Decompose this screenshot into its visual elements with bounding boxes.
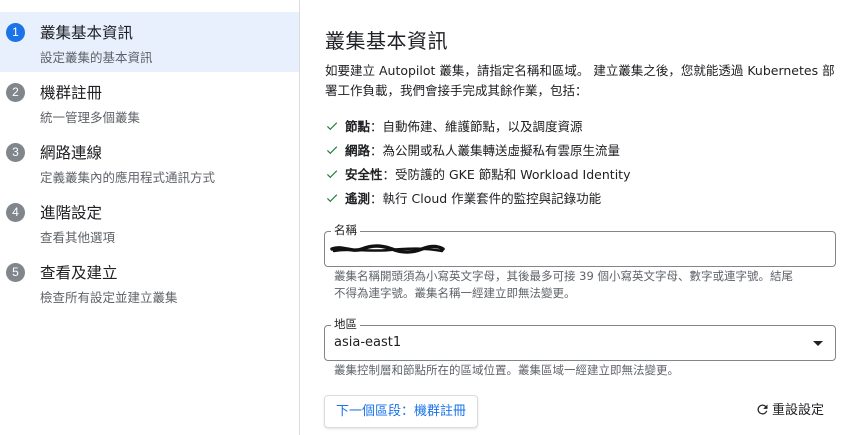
feature-text: ：執行 Cloud 作業套件的監控與記錄功能	[370, 191, 602, 206]
refresh-icon	[757, 404, 768, 415]
step-number: 4	[6, 203, 25, 222]
feature-text: ：自動佈建、維護節點，以及調度資源	[370, 119, 583, 134]
feature-item: 網路：為公開或私人叢集轉送虛擬私有雲原生流量	[325, 141, 620, 161]
step-title: 進階設定	[40, 204, 103, 222]
feature-label: 節點	[345, 119, 371, 134]
check-icon	[326, 170, 338, 179]
feature-text: ：為公開或私人叢集轉送虛擬私有雲原生流量	[370, 143, 621, 158]
region-hint: 叢集控制層和節點所在的區域位置。叢集區域一經建立即無法變更。	[334, 363, 679, 377]
field-label: 地區	[331, 317, 360, 331]
step-fleet-registration[interactable]: 2 機群註冊 統一管理多個叢集	[0, 72, 299, 132]
step-subtitle: 檢查所有設定並建立叢集	[40, 290, 178, 305]
region-select[interactable]: 地區 asia-east1	[324, 317, 836, 361]
step-subtitle: 設定叢集的基本資訊	[40, 50, 153, 65]
step-subtitle: 查看其他選項	[40, 230, 116, 245]
step-advanced-settings[interactable]: 4 進階設定 查看其他選項	[0, 192, 299, 252]
region-value: asia-east1	[334, 335, 402, 350]
step-cluster-basics[interactable]: 1 叢集基本資訊 設定叢集的基本資訊	[0, 12, 299, 72]
cluster-name-input[interactable]: 名稱	[324, 223, 836, 267]
step-networking[interactable]: 3 網路連線 定義叢集內的應用程式通訊方式	[0, 132, 299, 192]
name-hint: 叢集名稱開頭須為小寫英文字母，其後最多可接 39 個小寫英文字母、數字或連字號。…	[334, 269, 793, 300]
dropdown-arrow-icon	[813, 341, 823, 346]
step-title: 叢集基本資訊	[40, 24, 134, 42]
reset-settings-button[interactable]: 重設設定	[755, 400, 824, 422]
check-icon	[326, 194, 338, 203]
feature-text: ：受防護的 GKE 節點和 Workload Identity	[382, 167, 631, 182]
feature-label: 遙測	[345, 191, 371, 206]
step-title: 機群註冊	[40, 84, 103, 102]
page-title: 叢集基本資訊	[325, 29, 448, 53]
feature-item: 遙測：執行 Cloud 作業套件的監控與記錄功能	[325, 189, 601, 209]
next-section-button[interactable]: 下一個區段：機群註冊	[324, 395, 478, 428]
stepper-nav: 1 叢集基本資訊 設定叢集的基本資訊 2 機群註冊 統一管理多個叢集 3 網路連…	[0, 0, 300, 435]
step-subtitle: 統一管理多個叢集	[40, 110, 141, 125]
reset-label: 重設設定	[772, 403, 825, 418]
check-icon	[326, 122, 338, 131]
step-number: 1	[6, 23, 25, 42]
redaction-scribble	[330, 244, 445, 254]
step-number: 5	[6, 263, 25, 282]
step-title: 查看及建立	[40, 264, 118, 282]
feature-label: 網路	[345, 143, 371, 158]
feature-item: 安全性：受防護的 GKE 節點和 Workload Identity	[325, 165, 630, 185]
check-icon	[326, 146, 338, 155]
field-label: 名稱	[331, 223, 360, 237]
step-title: 網路連線	[40, 144, 103, 162]
intro-text: 如要建立 Autopilot 叢集，請指定名稱和區域。 建立叢集之後，您就能透過…	[325, 63, 835, 98]
feature-label: 安全性	[345, 167, 383, 182]
step-number: 2	[6, 83, 25, 102]
step-number: 3	[6, 143, 25, 162]
feature-item: 節點：自動佈建、維護節點，以及調度資源	[325, 117, 583, 137]
step-review-create[interactable]: 5 查看及建立 檢查所有設定並建立叢集	[0, 252, 299, 312]
step-subtitle: 定義叢集內的應用程式通訊方式	[40, 170, 216, 185]
main-panel: 叢集基本資訊 如要建立 Autopilot 叢集，請指定名稱和區域。 建立叢集之…	[300, 0, 845, 435]
